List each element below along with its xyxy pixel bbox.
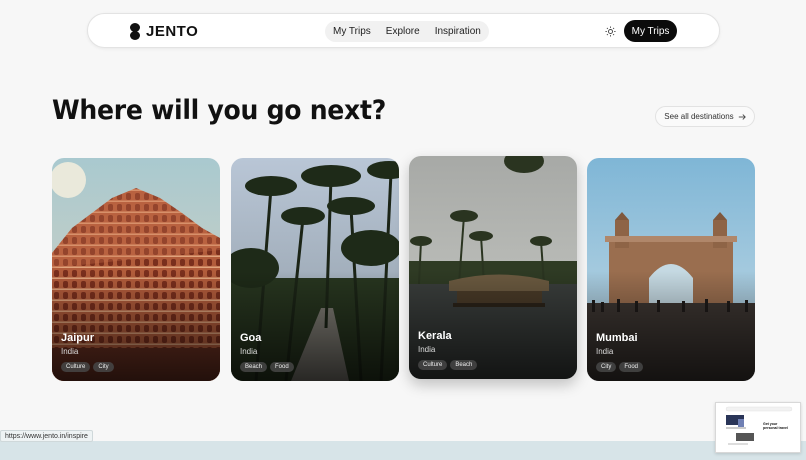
card-tags: Culture City xyxy=(61,362,114,372)
my-trips-button[interactable]: My Trips xyxy=(624,20,677,42)
destination-card-goa[interactable]: Goa India Beach Food xyxy=(231,158,399,381)
see-all-label: See all destinations xyxy=(664,112,734,121)
nav-links: My Trips Explore Inspiration xyxy=(325,21,489,42)
card-country: India xyxy=(61,347,79,356)
top-nav: JENTO My Trips Explore Inspiration My Tr… xyxy=(87,13,720,48)
nav-link-inspiration[interactable]: Inspiration xyxy=(435,26,481,37)
page-footer-band xyxy=(0,441,806,460)
page-preview-thumbnail[interactable]: Get your personal travel xyxy=(715,402,801,453)
card-title: Kerala xyxy=(418,330,452,342)
destination-card-jaipur[interactable]: Jaipur India Culture City xyxy=(52,158,220,381)
nav-link-my-trips[interactable]: My Trips xyxy=(333,26,371,37)
destination-card-kerala[interactable]: Kerala India Culture Beach xyxy=(409,156,577,379)
card-tags: Culture Beach xyxy=(418,360,478,370)
tag: Culture xyxy=(61,362,91,372)
card-country: India xyxy=(240,347,258,356)
tag: City xyxy=(93,362,114,372)
destination-card-mumbai[interactable]: Mumbai India City Food xyxy=(587,158,755,381)
nav-link-explore[interactable]: Explore xyxy=(386,26,420,37)
card-title: Jaipur xyxy=(61,332,95,344)
tag: Food xyxy=(619,362,644,372)
card-tags: City Food xyxy=(596,362,644,372)
page-title: Where will you go next? xyxy=(52,95,386,126)
card-country: India xyxy=(596,347,614,356)
status-bar-url: https://www.jento.in/inspire xyxy=(0,430,93,442)
see-all-destinations-button[interactable]: See all destinations xyxy=(655,106,755,127)
card-title: Mumbai xyxy=(596,332,638,344)
arrow-right-icon xyxy=(738,113,746,120)
card-country: India xyxy=(418,345,436,354)
tag: Food xyxy=(270,362,294,372)
tag: Beach xyxy=(450,360,478,370)
brand-name: JENTO xyxy=(146,23,199,40)
card-tags: Beach Food xyxy=(240,362,294,372)
tag: City xyxy=(596,362,617,372)
tag: Culture xyxy=(418,360,448,370)
brand-logo[interactable]: JENTO xyxy=(130,23,198,40)
card-title: Goa xyxy=(240,332,262,344)
sun-icon[interactable] xyxy=(605,26,616,37)
jento-logo-icon xyxy=(130,23,140,40)
preview-heading: Get your personal travel xyxy=(763,422,788,430)
tag: Beach xyxy=(240,362,268,372)
